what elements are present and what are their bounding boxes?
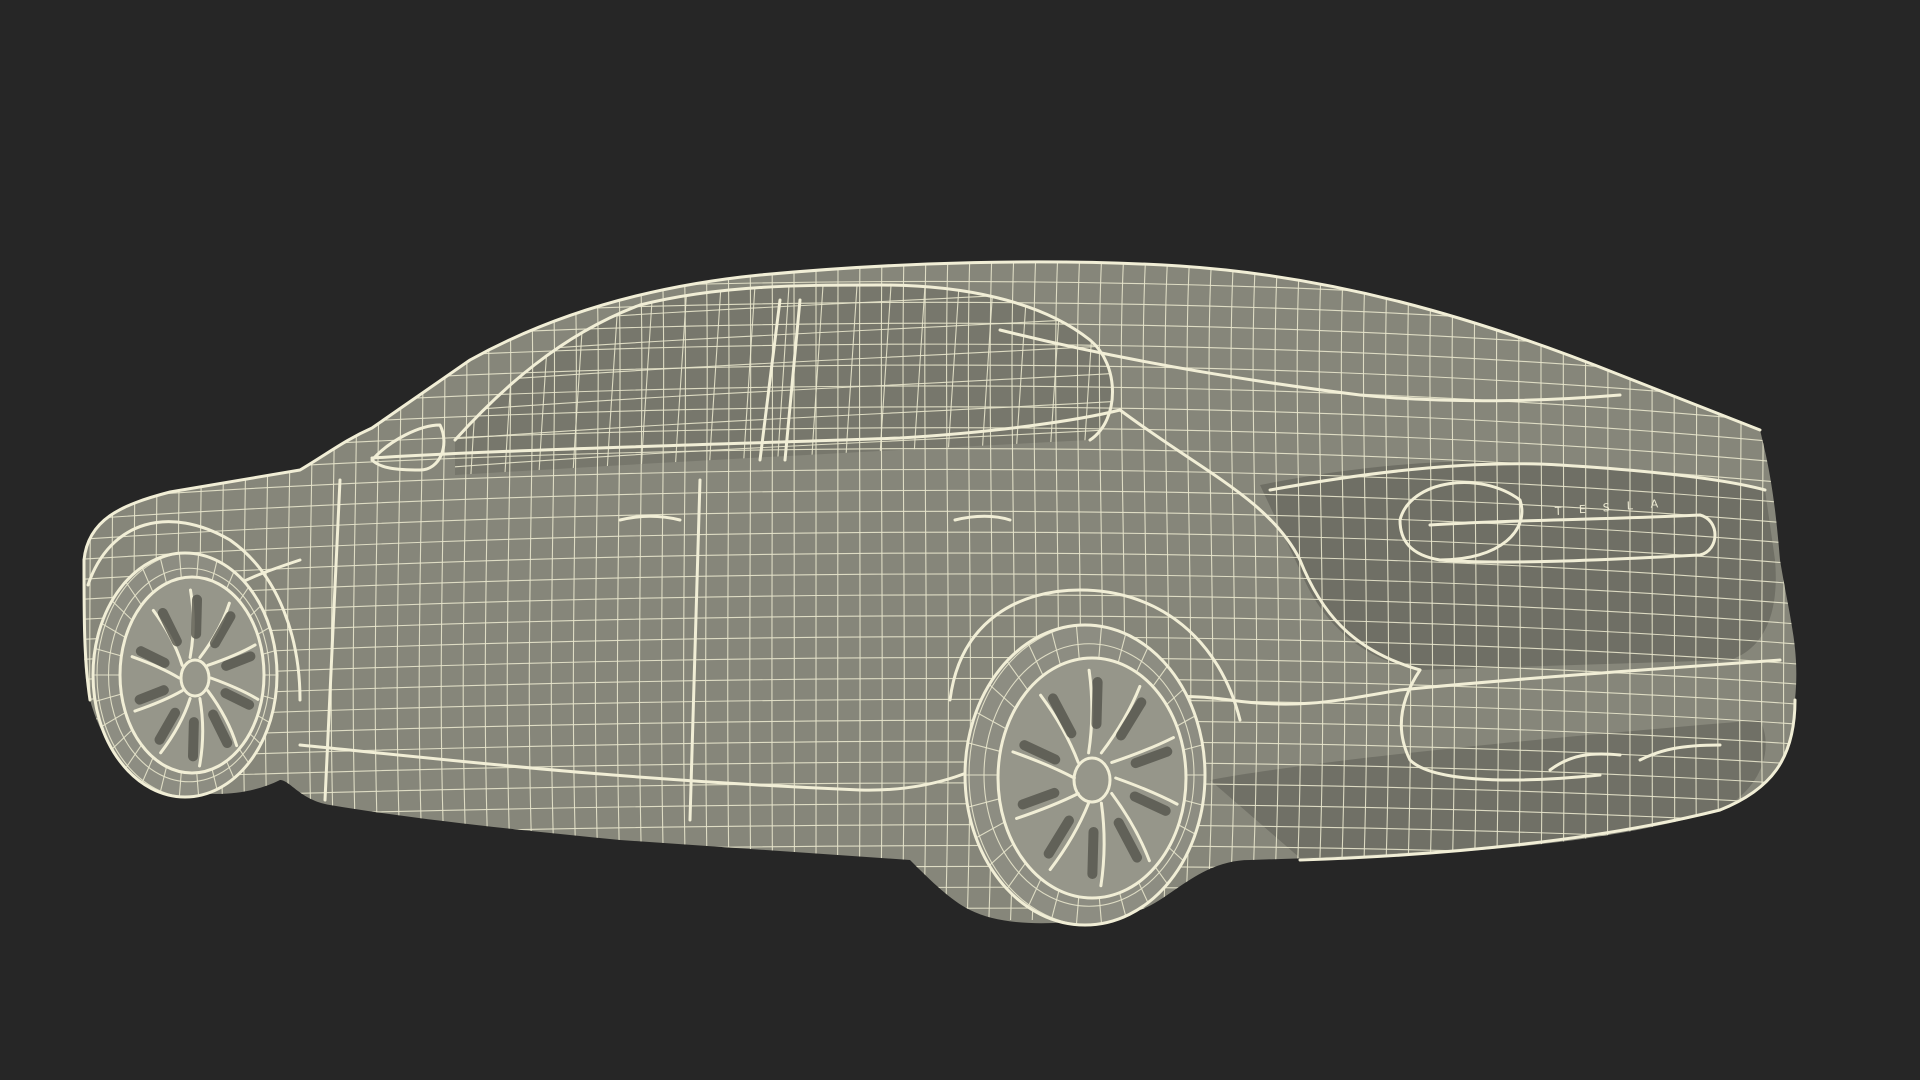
- svg-text:T: T: [1554, 505, 1562, 518]
- svg-text:E: E: [1579, 503, 1586, 516]
- svg-text:S: S: [1603, 501, 1610, 514]
- car-wireframe-render: T E S L A: [82, 260, 1797, 927]
- car-body: [84, 261, 1797, 924]
- 3d-viewport[interactable]: T E S L A: [0, 0, 1920, 1080]
- svg-text:A: A: [1650, 497, 1658, 510]
